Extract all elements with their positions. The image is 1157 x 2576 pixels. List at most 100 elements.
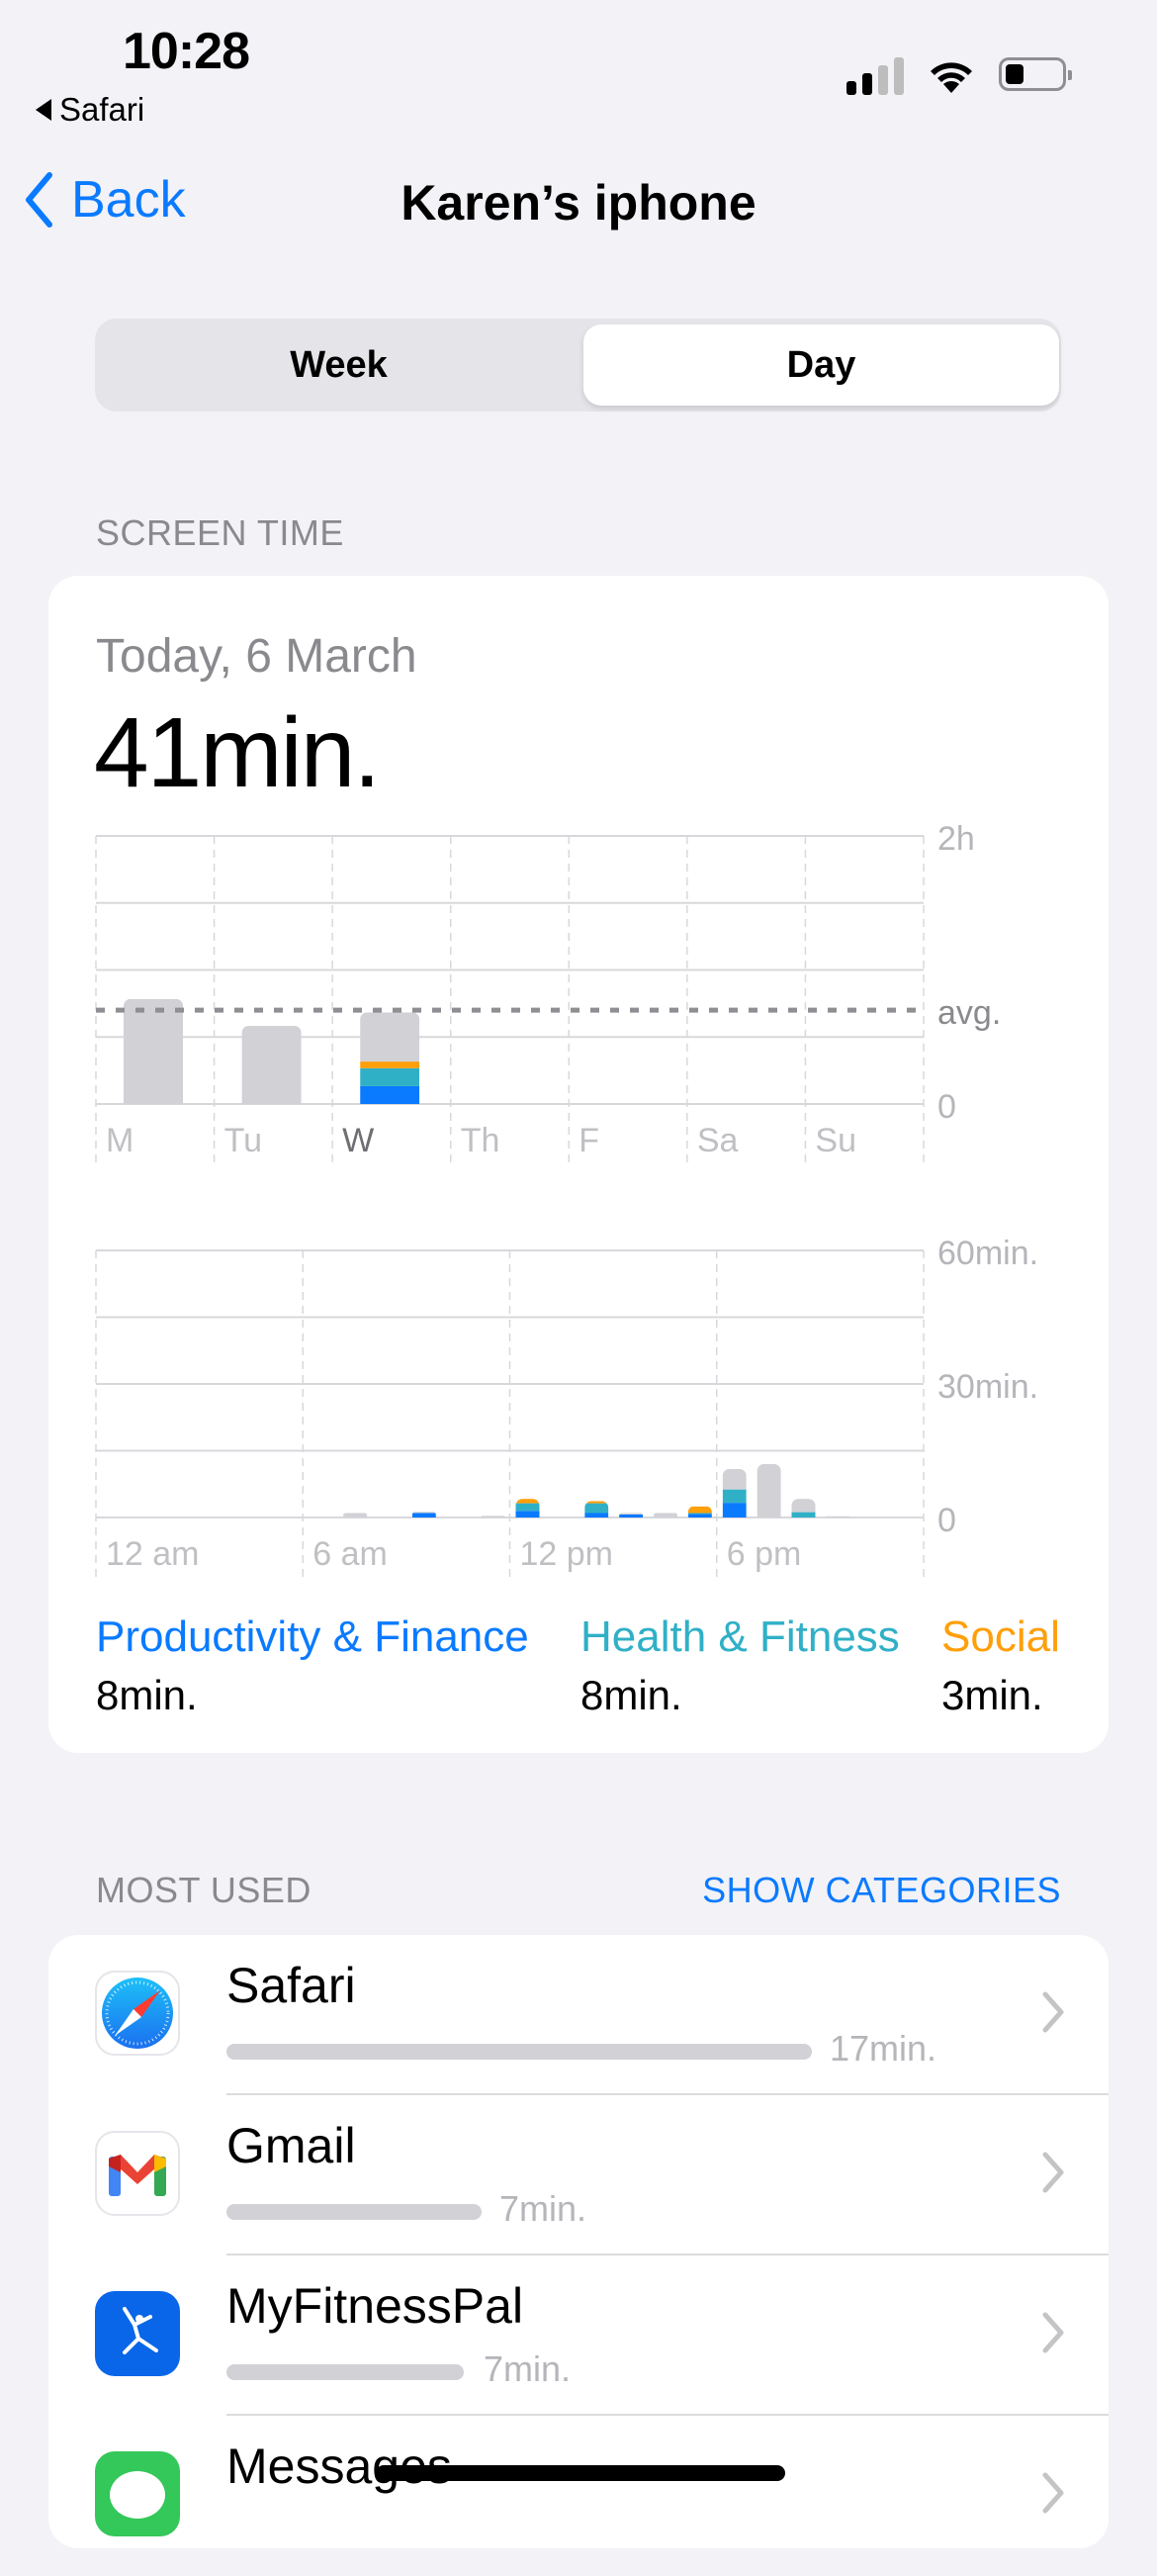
- usage-bar: [226, 2204, 482, 2220]
- category-health-value: 8min.: [580, 1672, 682, 1718]
- hour-bar-9: [411, 1512, 436, 1518]
- hour-y-label-mid: 30min.: [937, 1368, 1038, 1406]
- hour-bar-12: [515, 1499, 540, 1518]
- wifi-icon: [931, 62, 972, 93]
- bar-segment-health-fitness: [687, 1513, 712, 1515]
- week-x-label: Su: [815, 1122, 856, 1159]
- hour-y-label-max: 60min.: [937, 1235, 1038, 1272]
- chevron-right-icon: [1042, 2472, 1064, 2514]
- app-row-messages[interactable]: Messages: [48, 2416, 1109, 2576]
- bar-segment-productivity-finance: [411, 1513, 436, 1518]
- chevron-right-icon: [1042, 1991, 1064, 2033]
- safari-app-icon: [95, 1971, 180, 2056]
- bar-segment-other: [619, 1513, 644, 1515]
- bar-segment-social: [584, 1501, 609, 1504]
- bar-segment-social: [515, 1499, 540, 1504]
- bar-segment-other: [756, 1464, 781, 1518]
- bar-segment-health-fitness: [584, 1503, 609, 1514]
- usage-time: 7min.: [499, 2188, 587, 2229]
- screen-time-total: 41min.: [94, 697, 381, 808]
- bar-segment-productivity-finance: [515, 1511, 540, 1518]
- battery-icon: [999, 57, 1072, 91]
- hour-bar-20: [791, 1499, 816, 1518]
- bar-segment-other: [791, 1499, 816, 1513]
- chevron-right-icon: [1042, 2312, 1064, 2353]
- bar-segment-other: [241, 1025, 302, 1104]
- status-time: 10:28: [123, 23, 250, 80]
- bar-segment-health-fitness: [515, 1503, 540, 1512]
- hour-bar-14: [584, 1501, 609, 1518]
- bar-segment-social: [360, 1061, 420, 1068]
- bar-segment-other: [343, 1513, 368, 1518]
- hour-y-label-zero: 0: [937, 1502, 956, 1539]
- bar-segment-health-fitness: [360, 1067, 420, 1086]
- bar-segment-other: [360, 1012, 420, 1062]
- hour-bar-18: [722, 1468, 747, 1518]
- show-categories-button[interactable]: SHOW CATEGORIES: [702, 1870, 1061, 1911]
- bar-segment-productivity-finance: [360, 1085, 420, 1104]
- bar-segment-other: [654, 1513, 677, 1518]
- category-health-label[interactable]: Health & Fitness: [580, 1612, 900, 1662]
- category-social-label[interactable]: Social: [941, 1612, 1060, 1662]
- usage-time: 7min.: [484, 2348, 572, 2389]
- app-row-myfitnesspal[interactable]: MyFitnessPal 7min.: [48, 2255, 1109, 2416]
- screen-time-date: Today, 6 March: [96, 630, 417, 683]
- back-button[interactable]: Back: [24, 170, 186, 230]
- bar-segment-other: [826, 1516, 850, 1518]
- week-x-label: Sa: [697, 1122, 739, 1159]
- weekly-usage-chart[interactable]: 2h avg. 0 M Tu W Th F Sa Su: [0, 811, 1157, 1167]
- chevron-right-icon: [1042, 2152, 1064, 2193]
- bar-segment-social: [687, 1506, 712, 1514]
- hour-x-label: 12 pm: [520, 1535, 614, 1573]
- week-x-label: Th: [461, 1122, 500, 1159]
- week-x-label: W: [342, 1122, 374, 1159]
- myfitnesspal-app-icon: [95, 2291, 180, 2376]
- bar-segment-productivity-finance: [619, 1514, 644, 1518]
- hour-bar-15: [619, 1513, 644, 1518]
- app-row-safari[interactable]: Safari 17min.: [48, 1935, 1109, 2095]
- bar-segment-productivity-finance: [584, 1513, 609, 1518]
- bar-segment-productivity-finance: [687, 1514, 712, 1518]
- week-x-label: Tu: [224, 1122, 262, 1159]
- category-productivity-label[interactable]: Productivity & Finance: [96, 1612, 529, 1662]
- week-y-label-avg: avg.: [937, 994, 1001, 1032]
- category-social-value: 3min.: [941, 1672, 1043, 1718]
- hour-bar-11: [481, 1516, 505, 1518]
- bar-segment-productivity-finance: [722, 1503, 747, 1518]
- app-row-gmail[interactable]: Gmail 7min.: [48, 2095, 1109, 2255]
- week-x-label: M: [106, 1122, 134, 1159]
- back-triangle-icon: [36, 99, 51, 121]
- week-bar-m: [124, 998, 183, 1104]
- hour-x-label: 12 am: [106, 1535, 200, 1573]
- messages-app-icon: [95, 2451, 180, 2536]
- home-indicator: [376, 2465, 785, 2481]
- bar-segment-other: [411, 1512, 436, 1514]
- segment-day[interactable]: Day: [583, 324, 1059, 406]
- week-y-label-zero: 0: [937, 1088, 956, 1126]
- segment-week[interactable]: Week: [101, 324, 577, 406]
- back-label: Back: [71, 171, 186, 229]
- week-y-label-max: 2h: [937, 820, 975, 858]
- category-productivity-value: 8min.: [96, 1672, 198, 1718]
- hourly-usage-chart[interactable]: 60min. 30min. 0 12 am 6 am 12 pm 6 pm: [0, 1227, 1157, 1583]
- bar-segment-health-fitness: [791, 1512, 816, 1518]
- cellular-signal-icon: [846, 57, 904, 95]
- app-name: Gmail: [226, 2118, 356, 2173]
- hour-bar-21: [826, 1516, 850, 1518]
- week-bar-tu: [241, 1025, 302, 1104]
- bar-segment-other: [124, 998, 183, 1104]
- bar-segment-health-fitness: [722, 1489, 747, 1504]
- chevron-left-icon: [26, 172, 52, 228]
- gmail-app-icon: [95, 2131, 180, 2216]
- period-segmented-control: Week Day: [95, 319, 1061, 412]
- screen-time-section-label: SCREEN TIME: [96, 512, 344, 553]
- usage-bar: [226, 2044, 812, 2060]
- hour-bar-19: [756, 1464, 781, 1518]
- hour-bar-16: [654, 1513, 677, 1518]
- bar-segment-other: [481, 1516, 505, 1518]
- app-name: MyFitnessPal: [226, 2278, 524, 2334]
- back-to-app[interactable]: Safari: [36, 91, 144, 129]
- usage-bar: [226, 2364, 464, 2380]
- week-x-label: F: [578, 1122, 599, 1159]
- usage-time: 17min.: [830, 2028, 937, 2069]
